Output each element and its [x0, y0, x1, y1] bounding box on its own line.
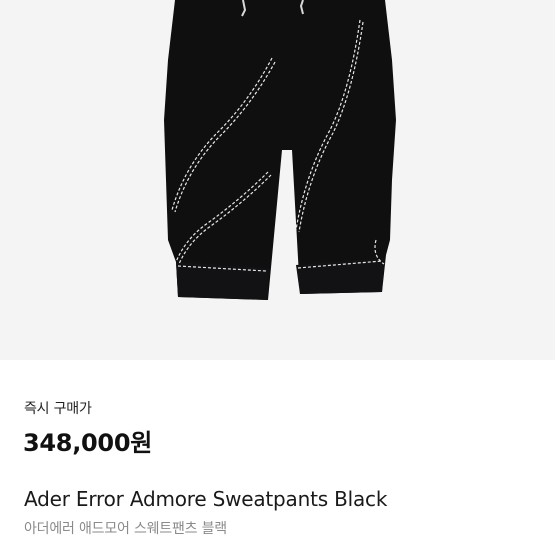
price-value: 348,000원: [23, 429, 152, 457]
product-image[interactable]: [0, 0, 555, 360]
product-detail-page: 즉시 구매가 348,000원 Ader Error Admore Sweatp…: [0, 0, 555, 555]
product-title-ko: 아더에러 애드모어 스웨트팬츠 블랙: [24, 521, 227, 537]
product-info: 즉시 구매가 348,000원 Ader Error Admore Sweatp…: [0, 360, 555, 555]
price-label: 즉시 구매가: [24, 401, 92, 417]
sweatpants-photo-icon: [0, 0, 555, 360]
product-title-en[interactable]: Ader Error Admore Sweatpants Black: [24, 487, 387, 511]
